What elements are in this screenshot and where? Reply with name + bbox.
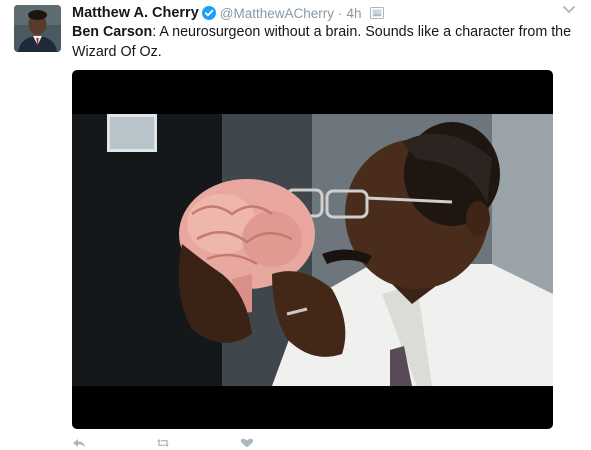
avatar-image [14,5,61,52]
avatar[interactable] [14,5,61,52]
tweet-timestamp[interactable]: 4h [347,6,362,21]
tweet-text: Ben Carson: A neurosurgeon without a bra… [72,22,582,62]
tweet-header: Matthew A. Cherry @MatthewACherry · 4h [72,3,384,23]
more-options-chevron-down-icon[interactable] [562,4,576,16]
separator-dot: · [338,5,343,21]
photo-gallery-icon [369,7,384,19]
verified-badge-icon [201,6,216,20]
tweet-media-photo[interactable] [72,70,553,429]
author-handle[interactable]: @MatthewACherry [220,6,334,21]
photo-man-holding-brain-model [72,114,553,386]
tweet-text-bold: Ben Carson [72,24,153,40]
tweet-actions [72,438,372,450]
author-name[interactable]: Matthew A. Cherry [72,5,199,21]
